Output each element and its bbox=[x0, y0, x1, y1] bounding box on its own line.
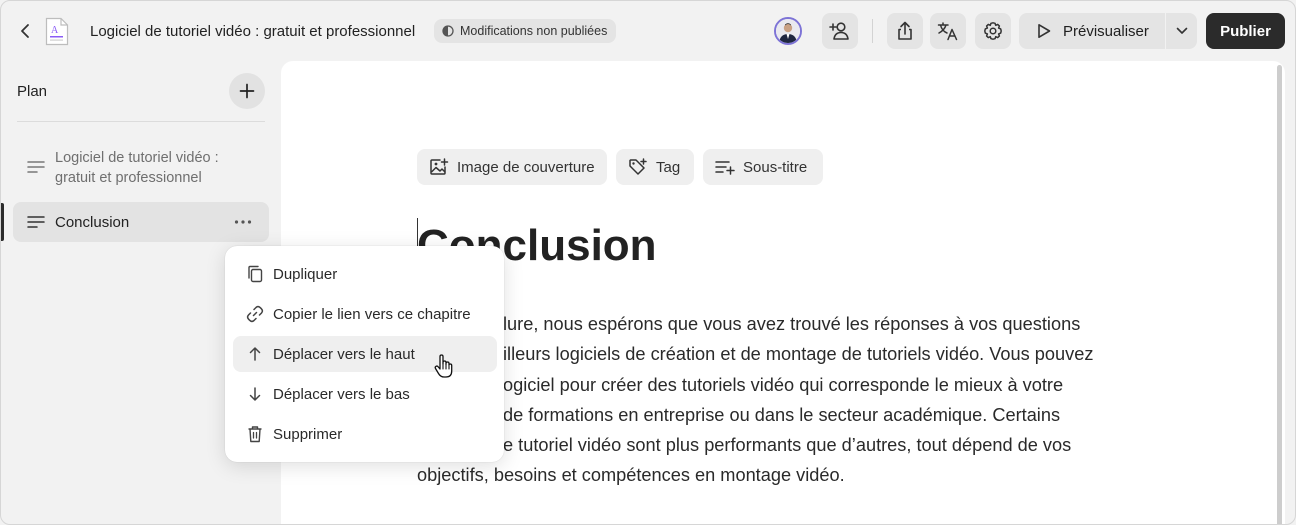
active-indicator bbox=[1, 203, 4, 241]
add-tag-button[interactable]: Tag bbox=[616, 149, 694, 185]
menu-item-copy-link[interactable]: Copier le lien vers ce chapitre bbox=[233, 296, 497, 332]
more-horizontal-icon bbox=[234, 220, 252, 224]
chevron-down-icon bbox=[1176, 27, 1187, 34]
menu-item-move-up[interactable]: Déplacer vers le haut bbox=[233, 336, 497, 372]
chevron-left-icon bbox=[21, 24, 29, 38]
user-photo-icon bbox=[776, 19, 800, 43]
editor-scrollbar[interactable] bbox=[1277, 65, 1282, 524]
translate-button[interactable] bbox=[930, 13, 966, 49]
play-icon bbox=[1037, 23, 1051, 39]
outline-title: Plan bbox=[17, 83, 48, 100]
subtitle-plus-icon bbox=[715, 159, 735, 175]
outline-item-label: Logiciel de tutoriel vidéo : gratuit et … bbox=[55, 148, 219, 188]
preview-options-button[interactable] bbox=[1166, 13, 1197, 49]
invite-user-button[interactable] bbox=[822, 13, 858, 49]
preview-button[interactable]: Prévisualiser bbox=[1019, 13, 1165, 49]
user-plus-icon bbox=[829, 22, 849, 40]
document-title[interactable]: Logiciel de tutoriel vidéo : gratuit et … bbox=[90, 23, 415, 40]
toolbar-divider bbox=[872, 19, 873, 43]
settings-button[interactable] bbox=[975, 13, 1011, 49]
add-chapter-button[interactable] bbox=[229, 73, 265, 109]
status-text: Modifications non publiées bbox=[460, 24, 608, 38]
share-upload-icon bbox=[898, 21, 912, 40]
gear-icon bbox=[984, 22, 1002, 40]
menu-item-label: Déplacer vers le bas bbox=[273, 385, 410, 403]
chapter-context-menu: Dupliquer Copier le lien vers ce chapitr… bbox=[225, 246, 504, 462]
menu-item-delete[interactable]: Supprimer bbox=[233, 416, 497, 452]
chip-label: Sous-titre bbox=[743, 158, 808, 176]
export-button[interactable] bbox=[887, 13, 923, 49]
menu-item-duplicate[interactable]: Dupliquer bbox=[233, 256, 497, 292]
copy-icon bbox=[246, 265, 264, 283]
document-icon: A bbox=[45, 17, 69, 46]
tag-plus-icon bbox=[628, 158, 648, 176]
plus-icon bbox=[239, 83, 255, 99]
publish-button[interactable]: Publier bbox=[1206, 13, 1285, 49]
arrow-up-icon bbox=[246, 346, 264, 362]
paragraph-line: de formations en entreprise ou dans le s… bbox=[503, 404, 1061, 425]
menu-item-label: Supprimer bbox=[273, 425, 343, 443]
outline-item-intro[interactable]: Logiciel de tutoriel vidéo : gratuit et … bbox=[13, 148, 269, 192]
outline-item-label-line: Logiciel de tutoriel vidéo : bbox=[55, 150, 219, 166]
back-button[interactable] bbox=[15, 20, 35, 42]
paragraph-line: lure, nous espérons que vous avez trouvé… bbox=[503, 314, 1081, 334]
chip-label: Tag bbox=[656, 158, 681, 176]
translate-icon bbox=[937, 22, 958, 41]
menu-item-label: Déplacer vers le haut bbox=[273, 345, 415, 363]
outline-item-label-line: gratuit et professionnel bbox=[55, 170, 202, 186]
trash-icon bbox=[246, 425, 264, 443]
image-plus-icon bbox=[429, 158, 449, 176]
menu-item-label: Copier le lien vers ce chapitre bbox=[273, 305, 471, 323]
status-badge: Modifications non publiées bbox=[434, 19, 617, 43]
avatar[interactable] bbox=[774, 17, 802, 45]
preview-label: Prévisualiser bbox=[1063, 22, 1149, 40]
more-options-button[interactable] bbox=[233, 214, 253, 230]
half-circle-icon bbox=[442, 25, 454, 37]
outline-item-conclusion[interactable]: Conclusion bbox=[13, 202, 269, 242]
menu-item-label: Dupliquer bbox=[273, 265, 338, 283]
top-bar: A Logiciel de tutoriel vidéo : gratuit e… bbox=[1, 1, 1295, 61]
menu-item-move-down[interactable]: Déplacer vers le bas bbox=[233, 376, 497, 412]
text-lines-icon bbox=[27, 160, 45, 174]
text-lines-icon bbox=[27, 215, 45, 229]
paragraph-line: illeurs logiciels de création et de mont… bbox=[503, 344, 1094, 365]
doc-icon-letter: A bbox=[51, 25, 59, 36]
link-icon bbox=[246, 305, 264, 323]
arrow-down-icon bbox=[246, 386, 264, 402]
paragraph-line: e tutoriel vidéo sont plus performants q… bbox=[503, 435, 1072, 456]
add-cover-image-button[interactable]: Image de couverture bbox=[417, 149, 607, 185]
outline-divider bbox=[17, 121, 265, 122]
app-window: A Logiciel de tutoriel vidéo : gratuit e… bbox=[0, 0, 1296, 525]
outline-item-label: Conclusion bbox=[55, 213, 130, 231]
hand-pointer-icon bbox=[433, 353, 455, 379]
chapter-paragraph[interactable]: lure, nous espérons que vous avez trouvé… bbox=[417, 309, 1157, 491]
chip-label: Image de couverture bbox=[457, 158, 595, 176]
add-subtitle-button[interactable]: Sous-titre bbox=[703, 149, 823, 185]
paragraph-line: objectifs, besoins et compétences en mon… bbox=[417, 465, 845, 486]
paragraph-line: ogiciel pour créer des tutoriels vidéo q… bbox=[503, 374, 1064, 395]
